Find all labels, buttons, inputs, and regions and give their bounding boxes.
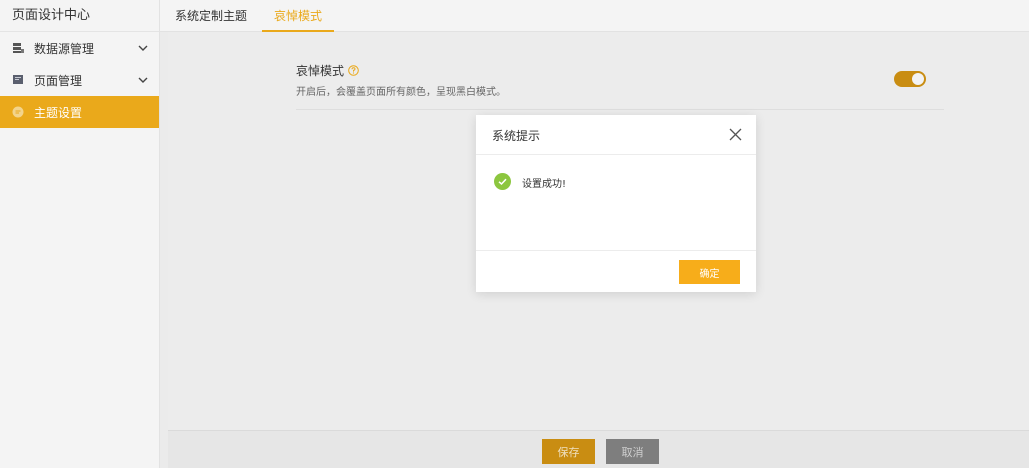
dialog-header: 系统提示 xyxy=(476,115,756,155)
setting-name-label: 哀悼模式 xyxy=(296,64,345,78)
setting-name: 哀悼模式 xyxy=(296,62,944,79)
sidebar-item-label: 主题设置 xyxy=(34,105,83,120)
dialog-body: 设置成功! xyxy=(476,155,756,251)
page-icon xyxy=(12,74,24,86)
cancel-button[interactable]: 取消 xyxy=(606,439,659,464)
close-icon[interactable] xyxy=(729,128,742,141)
sidebar-item-datasource[interactable]: 数据源管理 xyxy=(0,32,159,64)
setting-description: 开启后，会覆盖页面所有颜色，呈现黑白模式。 xyxy=(296,87,506,98)
chevron-down-icon[interactable] xyxy=(137,74,149,86)
help-icon[interactable] xyxy=(348,65,359,76)
sidebar-item-label: 数据源管理 xyxy=(34,41,95,56)
database-icon xyxy=(12,42,24,54)
footer-bar: 保存 取消 xyxy=(168,430,1029,468)
save-button[interactable]: 保存 xyxy=(542,439,595,464)
sidebar: 页面设计中心 数据源管理 页面管理 主题设置 xyxy=(0,0,160,468)
success-check-icon xyxy=(494,173,511,190)
setting-row: 哀悼模式 开启后，会覆盖页面所有颜色，呈现黑白模式。 xyxy=(296,62,944,110)
dialog-message: 设置成功! xyxy=(522,179,567,190)
chevron-down-icon[interactable] xyxy=(137,42,149,54)
theme-icon xyxy=(12,106,24,118)
tab-mourning-mode[interactable]: 哀悼模式 xyxy=(262,0,335,32)
tab-system-theme[interactable]: 系统定制主题 xyxy=(163,0,259,32)
system-prompt-dialog: 系统提示 设置成功! 确定 xyxy=(476,115,756,292)
dialog-title: 系统提示 xyxy=(492,129,541,143)
app-title: 页面设计中心 xyxy=(0,0,159,32)
sidebar-item-label: 页面管理 xyxy=(34,73,83,88)
confirm-button[interactable]: 确定 xyxy=(679,260,740,284)
sidebar-item-pages[interactable]: 页面管理 xyxy=(0,64,159,96)
toggle-knob xyxy=(912,73,924,85)
mourning-mode-toggle[interactable] xyxy=(894,71,926,87)
sidebar-item-theme[interactable]: 主题设置 xyxy=(0,96,159,128)
tab-bar: 系统定制主题 哀悼模式 xyxy=(160,0,1029,32)
